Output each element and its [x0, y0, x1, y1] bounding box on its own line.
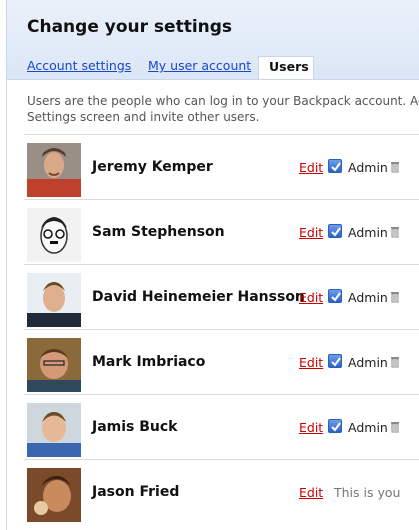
user-name: Jeremy Kemper [92, 159, 213, 175]
avatar [27, 403, 81, 457]
user-row: Sam Stephenson Edit Admin [24, 199, 419, 264]
user-name: David Heinemeier Hansson [92, 289, 305, 305]
admin-checkbox[interactable] [328, 354, 342, 368]
avatar [27, 273, 81, 327]
avatar [27, 468, 81, 522]
page-title: Change your settings [27, 17, 233, 37]
admin-label: Admin [348, 225, 388, 240]
admin-checkbox[interactable] [328, 224, 342, 238]
trash-icon[interactable] [390, 291, 400, 303]
user-row: Jamis Buck Edit Admin [24, 394, 419, 459]
edit-user-link[interactable]: Edit [299, 355, 323, 370]
edit-user-link[interactable]: Edit [299, 420, 323, 435]
user-name: Mark Imbriaco [92, 354, 206, 370]
trash-icon[interactable] [390, 226, 400, 238]
admin-label: Admin [348, 290, 388, 305]
tab-account-settings[interactable]: Account settings [27, 56, 131, 80]
edit-user-link[interactable]: Edit [299, 485, 323, 500]
admin-label: Admin [348, 420, 388, 435]
admin-label: Admin [348, 160, 388, 175]
admin-label: Admin [348, 355, 388, 370]
users-intro-text: Users are the people who can log in to y… [27, 93, 419, 125]
admin-checkbox[interactable] [328, 419, 342, 433]
intro-line-1: Users are the people who can log in to y… [27, 94, 419, 108]
admin-checkbox[interactable] [328, 289, 342, 303]
edit-user-link[interactable]: Edit [299, 290, 323, 305]
user-name: Jason Fried [92, 484, 180, 500]
avatar [27, 208, 81, 262]
tab-my-user-account[interactable]: My user account [148, 56, 251, 80]
avatar [27, 143, 81, 197]
user-row: Jason Fried Edit This is you [24, 459, 419, 524]
current-user-label: This is you [334, 485, 401, 500]
trash-icon[interactable] [390, 161, 400, 173]
intro-line-2: Settings screen and invite other users. [27, 110, 260, 124]
user-row: Mark Imbriaco Edit Admin [24, 329, 419, 394]
edit-user-link[interactable]: Edit [299, 160, 323, 175]
tab-divider [6, 79, 419, 80]
trash-icon[interactable] [390, 356, 400, 368]
edit-user-link[interactable]: Edit [299, 225, 323, 240]
user-name: Jamis Buck [92, 419, 178, 435]
admin-checkbox[interactable] [328, 159, 342, 173]
user-name: Sam Stephenson [92, 224, 225, 240]
avatar [27, 338, 81, 392]
user-row: David Heinemeier Hansson Edit Admin [24, 264, 419, 329]
user-row: Jeremy Kemper Edit Admin [24, 134, 419, 199]
trash-icon[interactable] [390, 421, 400, 433]
tab-users[interactable]: Users [258, 56, 314, 80]
